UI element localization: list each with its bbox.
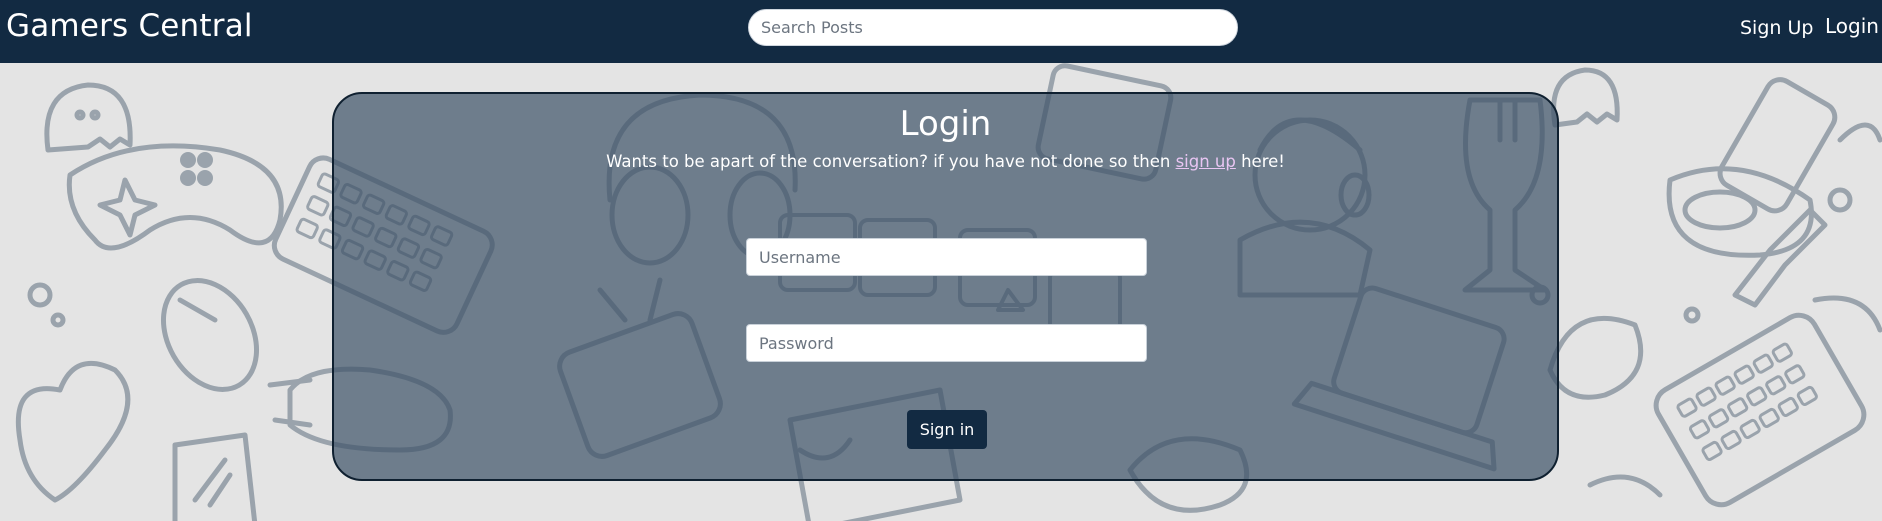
top-navbar: Gamers Central Sign Up Login	[0, 0, 1882, 63]
login-subtitle: Wants to be apart of the conversation? i…	[334, 152, 1557, 171]
ghost-icon	[1551, 67, 1620, 128]
heart-icon	[15, 360, 131, 503]
nav-login-link[interactable]: Login	[1825, 14, 1879, 38]
ghost-icon	[44, 82, 133, 153]
mouse-icon	[160, 278, 260, 392]
nav-signup-link[interactable]: Sign Up	[1740, 17, 1813, 39]
sign-in-button[interactable]: Sign in	[907, 410, 987, 449]
subtitle-text-before: Wants to be apart of the conversation? i…	[606, 152, 1176, 171]
login-card: Login Wants to be apart of the conversat…	[332, 92, 1559, 481]
site-brand[interactable]: Gamers Central	[6, 8, 253, 44]
gamepad-icon	[66, 143, 284, 251]
subtitle-text-after: here!	[1235, 152, 1285, 171]
login-title: Login	[899, 104, 992, 144]
username-field[interactable]	[746, 238, 1147, 276]
password-field[interactable]	[746, 324, 1147, 362]
search-posts-input[interactable]	[748, 9, 1238, 46]
signup-inline-link[interactable]: sign up	[1176, 152, 1236, 171]
